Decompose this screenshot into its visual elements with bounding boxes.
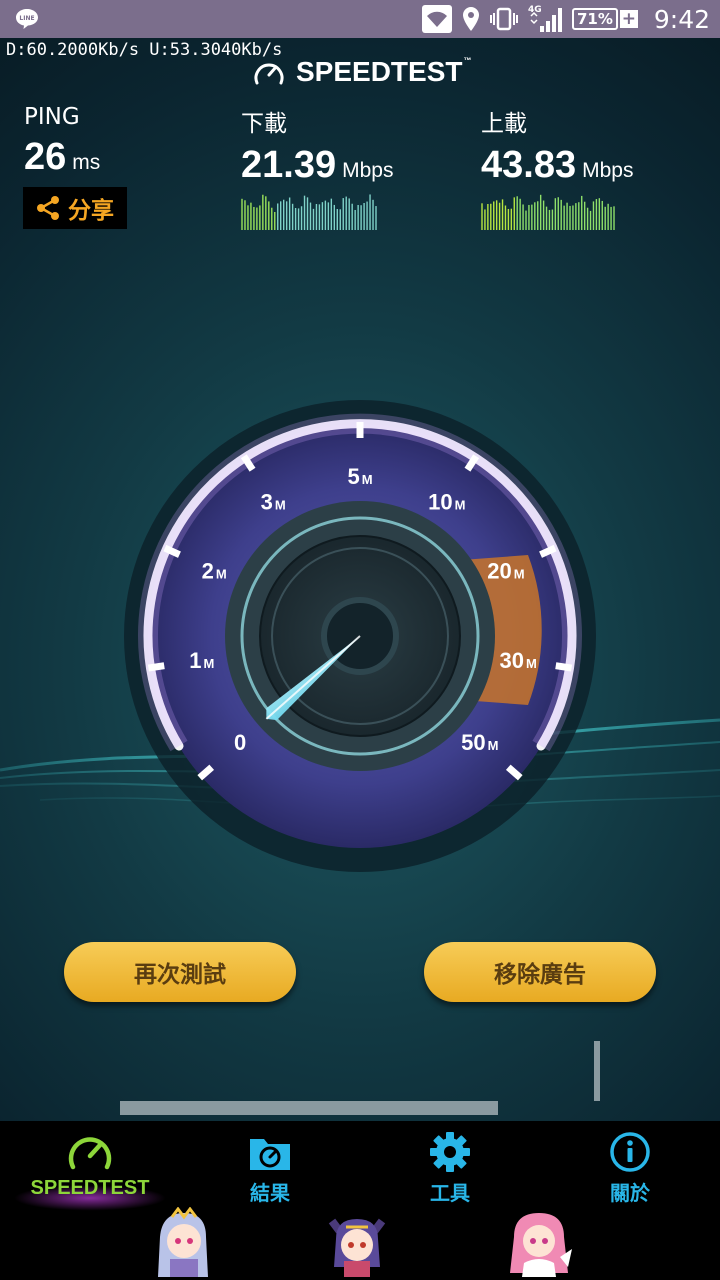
- ping-value: 26: [24, 136, 67, 178]
- status-bar: LINE 4G 71% + 9:42: [0, 0, 720, 38]
- logo-text: SPEEDTEST™: [296, 56, 472, 87]
- tab-about-label: 關於: [610, 1183, 650, 1205]
- line-app-icon: LINE: [16, 9, 38, 29]
- anime-sticker-1: [158, 1207, 208, 1277]
- signal-icon: 4G: [528, 5, 562, 32]
- svg-text:LINE: LINE: [19, 15, 34, 22]
- results-folder-icon: [250, 1139, 290, 1170]
- speedometer-icon: [68, 1137, 112, 1170]
- upload-sparkline: [481, 194, 615, 230]
- speedometer-logo-icon: [254, 63, 284, 85]
- battery-level: 71%: [571, 8, 618, 30]
- ping-unit: ms: [72, 151, 101, 174]
- download-value: 21.39: [241, 144, 337, 186]
- vertical-scrollbar[interactable]: [594, 1041, 600, 1101]
- tab-results[interactable]: 結果: [180, 1131, 360, 1206]
- upload-label: 上載: [481, 111, 527, 137]
- ping-label: PING: [24, 104, 80, 130]
- download-unit: Mbps: [342, 159, 394, 182]
- speed-gauge: 01 M2 M3 M5 M10 M20 M30 M50 M: [124, 400, 596, 872]
- vibrate-icon: [489, 7, 518, 31]
- gauge-tick: [147, 662, 165, 672]
- anime-sticker-3: [510, 1213, 572, 1277]
- wifi-icon: [421, 5, 452, 33]
- tab-tools[interactable]: 工具: [360, 1131, 540, 1206]
- download-stat: 下載 21.39 Mbps: [241, 104, 393, 187]
- share-label: 分享: [68, 198, 114, 224]
- gear-icon: [430, 1132, 470, 1172]
- download-label: 下載: [241, 111, 287, 137]
- gauge-tick: [555, 662, 573, 672]
- battery-icon: 71% +: [571, 8, 638, 30]
- download-sparkline: [241, 194, 377, 230]
- horizontal-scrollbar[interactable]: [120, 1101, 498, 1115]
- tab-speedtest-label: SPEEDTEST: [30, 1177, 150, 1199]
- upload-stat: 上載 43.83 Mbps: [481, 104, 633, 187]
- retest-button[interactable]: 再次測試: [64, 942, 296, 1002]
- share-icon: [37, 196, 59, 220]
- upload-value: 43.83: [481, 144, 577, 186]
- share-button[interactable]: 分享: [23, 187, 127, 229]
- speed-overlay-text: D:60.2000Kb/s U:53.3040Kb/s: [6, 40, 283, 60]
- tab-results-label: 結果: [250, 1183, 290, 1205]
- upload-unit: Mbps: [582, 159, 634, 182]
- status-time: 9:42: [653, 4, 710, 34]
- tab-tools-label: 工具: [430, 1183, 470, 1205]
- tab-speedtest[interactable]: SPEEDTEST: [0, 1131, 180, 1200]
- gauge-label: 0: [234, 730, 246, 755]
- info-icon: [610, 1132, 650, 1172]
- anime-sticker-2: [328, 1218, 386, 1277]
- tab-about[interactable]: 關於: [540, 1131, 720, 1206]
- ping-stat: PING 26 ms: [24, 104, 100, 179]
- location-icon: [462, 7, 479, 31]
- remove-ads-button[interactable]: 移除廣告: [424, 942, 656, 1002]
- speedtest-logo: SPEEDTEST™: [252, 56, 471, 88]
